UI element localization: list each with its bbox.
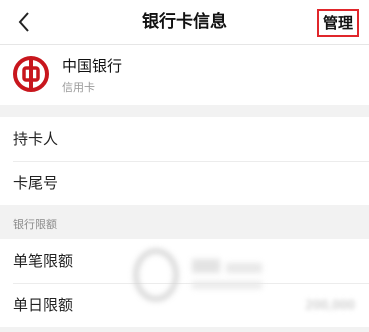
cardholder-label: 持卡人 [13,130,59,148]
single-limit-row: 单笔限额 [0,239,369,283]
card-info-section: 持卡人 卡尾号 [0,117,369,205]
bank-card-header: 中国银行 信用卡 [0,45,369,105]
card-tail-label: 卡尾号 [13,174,59,192]
card-type: 信用卡 [62,81,95,94]
cardholder-row: 持卡人 [0,117,369,161]
daily-limit-row: 单日限额 200,000 [0,283,369,327]
daily-limit-label: 单日限额 [13,296,74,314]
limits-section-title: 银行限额 [13,218,57,231]
daily-limit-value: 200,000 [305,298,355,312]
bank-of-china-logo-icon [13,56,49,92]
page-title: 银行卡信息 [142,12,227,32]
single-limit-label: 单笔限额 [13,252,74,270]
bank-name: 中国银行 [62,57,123,75]
manage-button[interactable]: 管理 [316,9,359,37]
card-tail-row: 卡尾号 [0,161,369,205]
limits-section: 单笔限额 单日限额 200,000 [0,239,369,327]
navigation-bar: 银行卡信息 管理 [0,0,369,45]
